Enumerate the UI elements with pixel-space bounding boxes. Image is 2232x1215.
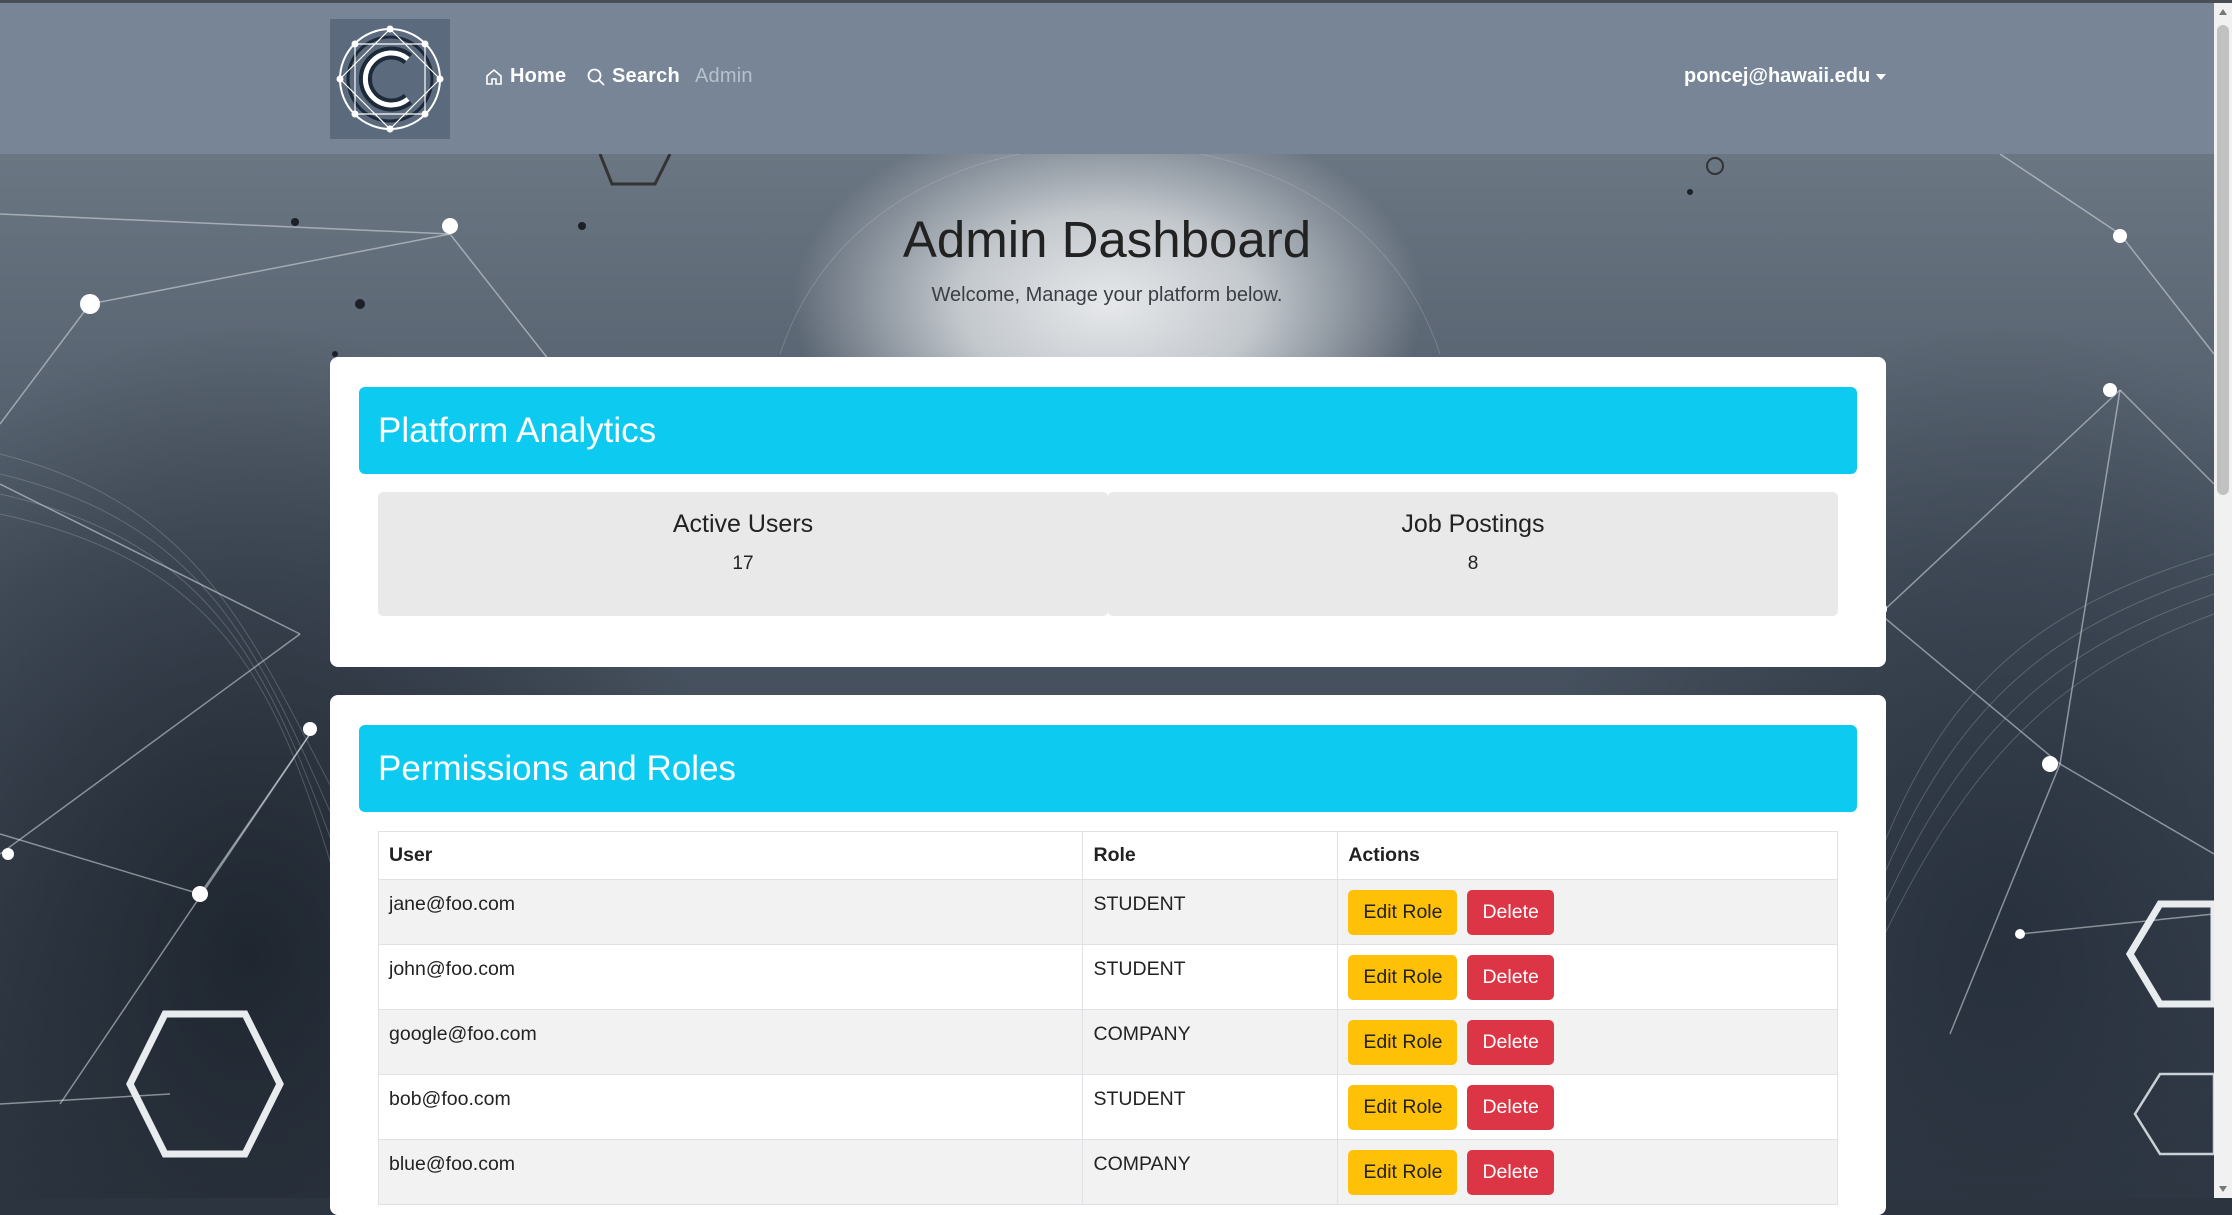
analytics-card-header: Platform Analytics	[359, 387, 1857, 474]
stat-label: Job Postings	[1401, 510, 1545, 538]
actions-cell: Edit Role Delete	[1337, 944, 1838, 1010]
delete-button[interactable]: Delete	[1467, 890, 1554, 935]
permissions-card: Permissions and Roles User Role Actions …	[330, 695, 1886, 1215]
scroll-down-arrow-icon[interactable]	[2219, 1186, 2227, 1192]
actions-cell: Edit Role Delete	[1337, 1074, 1838, 1140]
column-header-actions: Actions	[1337, 831, 1838, 880]
scroll-up-arrow-icon[interactable]	[2219, 9, 2227, 15]
table-row: john@foo.com STUDENT Edit Role Delete	[377, 944, 1838, 1010]
delete-button[interactable]: Delete	[1467, 1020, 1554, 1065]
nav-home-label: Home	[510, 65, 567, 87]
user-cell: john@foo.com	[377, 944, 1084, 1010]
role-cell: STUDENT	[1082, 1074, 1339, 1140]
delete-button[interactable]: Delete	[1467, 1150, 1554, 1195]
role-cell: COMPANY	[1082, 1009, 1339, 1075]
table-row: blue@foo.com COMPANY Edit Role Delete	[377, 1139, 1838, 1205]
user-cell: blue@foo.com	[377, 1139, 1084, 1205]
analytics-card: Platform Analytics Active Users 17 Job P…	[330, 357, 1886, 667]
logo-icon	[336, 25, 444, 133]
table-header-row: User Role Actions	[377, 831, 1838, 880]
table-row: google@foo.com COMPANY Edit Role Delete	[377, 1009, 1838, 1075]
table-row: jane@foo.com STUDENT Edit Role Delete	[377, 879, 1838, 945]
stat-job-postings: Job Postings 8	[1108, 492, 1838, 616]
column-header-user: User	[377, 831, 1084, 880]
stat-value: 17	[732, 553, 754, 574]
table-row: bob@foo.com STUDENT Edit Role Delete	[377, 1074, 1838, 1140]
stat-value: 8	[1467, 553, 1479, 574]
permissions-card-header: Permissions and Roles	[359, 725, 1857, 812]
navbar: Home Search Admin poncej@hawaii.edu	[0, 3, 2214, 154]
delete-button[interactable]: Delete	[1467, 955, 1554, 1000]
search-icon	[587, 68, 605, 86]
nav-search[interactable]: Search	[586, 65, 680, 88]
user-dropdown[interactable]: poncej@hawaii.edu	[1684, 65, 1887, 88]
nav-search-label: Search	[612, 65, 680, 87]
delete-button[interactable]: Delete	[1467, 1085, 1554, 1130]
nav-admin-label: Admin	[695, 65, 753, 87]
user-cell: google@foo.com	[377, 1009, 1084, 1075]
house-icon	[486, 68, 502, 85]
role-cell: STUDENT	[1082, 944, 1339, 1010]
user-email: poncej@hawaii.edu	[1684, 65, 1871, 87]
edit-role-button[interactable]: Edit Role	[1348, 1150, 1458, 1195]
site-logo[interactable]	[330, 19, 450, 139]
edit-role-button[interactable]: Edit Role	[1348, 1085, 1458, 1130]
user-cell: bob@foo.com	[377, 1074, 1084, 1140]
page-subtitle: Welcome, Manage your platform below.	[931, 284, 1283, 306]
roles-table: User Role Actions jane@foo.com STUDENT E…	[377, 831, 1838, 1205]
stat-label: Active Users	[672, 510, 814, 538]
edit-role-button[interactable]: Edit Role	[1348, 955, 1458, 1000]
actions-cell: Edit Role Delete	[1337, 1139, 1838, 1205]
column-header-role: Role	[1082, 831, 1339, 880]
role-cell: COMPANY	[1082, 1139, 1339, 1205]
stat-active-users: Active Users 17	[378, 492, 1108, 616]
nav-home[interactable]: Home	[484, 65, 566, 88]
user-cell: jane@foo.com	[377, 879, 1084, 945]
role-cell: STUDENT	[1082, 879, 1339, 945]
caret-down-icon	[1876, 73, 1887, 80]
actions-cell: Edit Role Delete	[1337, 1009, 1838, 1075]
page-title: Admin Dashboard	[902, 211, 1312, 268]
scrollbar[interactable]	[2214, 3, 2232, 1198]
edit-role-button[interactable]: Edit Role	[1348, 1020, 1458, 1065]
nav-admin[interactable]: Admin	[695, 65, 753, 88]
edit-role-button[interactable]: Edit Role	[1348, 890, 1458, 935]
actions-cell: Edit Role Delete	[1337, 879, 1838, 945]
scroll-thumb[interactable]	[2217, 25, 2229, 495]
